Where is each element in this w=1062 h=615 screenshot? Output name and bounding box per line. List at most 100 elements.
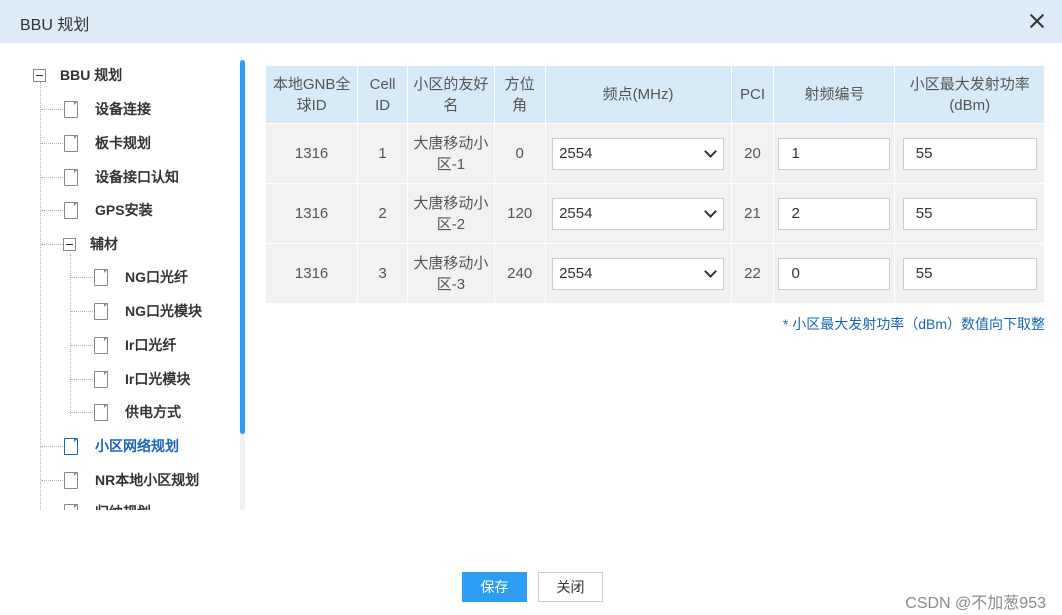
cell-frequency: 2554 xyxy=(544,243,732,303)
cell-pci: 22 xyxy=(730,243,774,303)
document-icon xyxy=(94,268,108,286)
tree-connector xyxy=(41,210,63,211)
tree-node-label: Ir口光纤 xyxy=(125,337,177,353)
tree-node-ir-fiber[interactable]: Ir口光纤 xyxy=(94,333,176,357)
cell-frequency: 2554 xyxy=(544,183,732,244)
tree-connector xyxy=(41,177,63,178)
cell-rf-number: 0 xyxy=(773,243,895,303)
tree-node-cell-network-plan[interactable]: 小区网络规划 xyxy=(64,434,179,458)
document-icon xyxy=(64,471,78,489)
max-power-input[interactable]: 55 xyxy=(902,137,1037,170)
tree-connector xyxy=(41,446,63,447)
save-button[interactable]: 保存 xyxy=(462,572,527,602)
tree-node-ng-optical-module[interactable]: NG口光模块 xyxy=(94,299,202,323)
rf-number-input[interactable]: 2 xyxy=(778,197,891,230)
tree-node-ir-optical-module[interactable]: Ir口光模块 xyxy=(94,367,190,391)
collapse-icon[interactable] xyxy=(63,237,76,251)
cell-gnb-id: 1316 xyxy=(266,123,358,184)
tree-connector xyxy=(41,480,63,481)
tree-node-board-plan[interactable]: 板卡规划 xyxy=(64,131,151,155)
tree-scrollbar[interactable] xyxy=(240,60,245,510)
cell-rf-number: 1 xyxy=(773,123,895,184)
tree-node-partial[interactable]: 归纳规划 xyxy=(64,500,151,510)
frequency-select-value: 2554 xyxy=(559,145,593,162)
document-icon xyxy=(94,336,108,354)
table-header-row: 本地GNB全球ID Cell ID 小区的友好名 方位角 频点(MHz) PCI… xyxy=(266,66,1044,124)
tree-connector xyxy=(41,244,63,245)
tree-node-label: 设备接口认知 xyxy=(95,169,179,185)
watermark: CSDN @不加葱953 xyxy=(905,595,1046,612)
header-rf-number: 射频编号 xyxy=(773,66,895,124)
tree-connector xyxy=(71,412,93,413)
document-icon xyxy=(94,370,108,388)
table-row: 1316 1 大唐移动小区-1 0 2554 20 1 55 xyxy=(266,123,1044,184)
chevron-down-icon xyxy=(704,205,717,218)
tree-node-label: NG口光纤 xyxy=(125,269,188,285)
frequency-select[interactable]: 2554 xyxy=(552,137,725,170)
document-icon xyxy=(94,403,108,421)
cell-name: 大唐移动小区-3 xyxy=(407,243,495,303)
cell-max-power: 55 xyxy=(894,183,1044,244)
max-power-input[interactable]: 55 xyxy=(902,257,1037,290)
close-icon[interactable] xyxy=(1024,8,1050,34)
frequency-select[interactable]: 2554 xyxy=(552,197,725,230)
tree-scroll-thumb[interactable] xyxy=(240,60,245,434)
cell-rf-number: 2 xyxy=(773,183,895,244)
navigation-tree: BBU 规划 设备连接 板卡规划 设备接口认知 GPS安装 辅材 NG口光纤 N… xyxy=(0,58,240,510)
document-icon xyxy=(64,503,78,510)
tree-node-accessories[interactable]: 辅材 xyxy=(63,232,118,256)
cell-gnb-id: 1316 xyxy=(266,243,358,303)
header-azimuth: 方位角 xyxy=(493,66,546,124)
close-button[interactable]: 关闭 xyxy=(538,572,603,602)
tree-connector xyxy=(71,345,93,346)
tree-node-label: NG口光模块 xyxy=(125,303,202,319)
cell-plan-table: 本地GNB全球ID Cell ID 小区的友好名 方位角 频点(MHz) PCI… xyxy=(266,66,1044,303)
tree-node-label: 小区网络规划 xyxy=(95,438,179,454)
cell-azimuth: 240 xyxy=(493,243,546,303)
dialog-title-bar: BBU 规划 xyxy=(0,0,1062,43)
cell-max-power: 55 xyxy=(894,243,1044,303)
tree-node-label: 设备连接 xyxy=(95,101,151,117)
collapse-icon[interactable] xyxy=(33,68,46,82)
cell-name: 大唐移动小区-2 xyxy=(407,183,495,244)
cell-cell-id: 3 xyxy=(357,243,408,303)
tree-node-bbu-plan[interactable]: BBU 规划 xyxy=(33,63,122,87)
document-icon xyxy=(64,437,78,455)
tree-node-label: NR本地小区规划 xyxy=(95,472,200,488)
frequency-select[interactable]: 2554 xyxy=(552,257,725,290)
chevron-down-icon xyxy=(704,265,717,278)
tree-connector xyxy=(41,109,63,110)
document-icon xyxy=(64,168,78,186)
tree-connector xyxy=(41,143,63,144)
frequency-select-value: 2554 xyxy=(559,205,593,222)
table-row: 1316 3 大唐移动小区-3 240 2554 22 0 55 xyxy=(266,243,1044,303)
tree-connector xyxy=(71,379,93,380)
tree-node-label: 供电方式 xyxy=(125,404,181,420)
tree-node-nr-local-cell-plan[interactable]: NR本地小区规划 xyxy=(64,468,199,492)
cell-pci: 20 xyxy=(730,123,774,184)
max-power-input[interactable]: 55 xyxy=(902,197,1037,230)
tree-connector xyxy=(71,311,93,312)
cell-name: 大唐移动小区-1 xyxy=(407,123,495,184)
cell-azimuth: 120 xyxy=(493,183,546,244)
tree-node-label: GPS安装 xyxy=(95,202,153,218)
rf-number-input[interactable]: 1 xyxy=(778,137,891,170)
cell-pci: 21 xyxy=(730,183,774,244)
tree-node-ng-fiber[interactable]: NG口光纤 xyxy=(94,265,188,289)
cell-frequency: 2554 xyxy=(544,123,732,184)
tree-node-label: 归纳规划 xyxy=(95,502,151,510)
tree-node-power-supply[interactable]: 供电方式 xyxy=(94,400,181,424)
tree-node-device-connection[interactable]: 设备连接 xyxy=(64,97,151,121)
chevron-down-icon xyxy=(704,145,717,158)
tree-node-gps-install[interactable]: GPS安装 xyxy=(64,198,153,222)
power-rounding-note: * 小区最大发射功率（dBm）数值向下取整 xyxy=(782,316,1045,332)
tree-node-label: BBU 规划 xyxy=(60,67,123,83)
header-pci: PCI xyxy=(730,66,774,124)
cell-max-power: 55 xyxy=(894,123,1044,184)
header-cell-name: 小区的友好名 xyxy=(407,66,495,124)
dialog-title: BBU 规划 xyxy=(20,17,90,34)
cell-cell-id: 1 xyxy=(357,123,408,184)
tree-node-device-interface[interactable]: 设备接口认知 xyxy=(64,165,179,189)
document-icon xyxy=(64,134,78,152)
rf-number-input[interactable]: 0 xyxy=(778,257,891,290)
